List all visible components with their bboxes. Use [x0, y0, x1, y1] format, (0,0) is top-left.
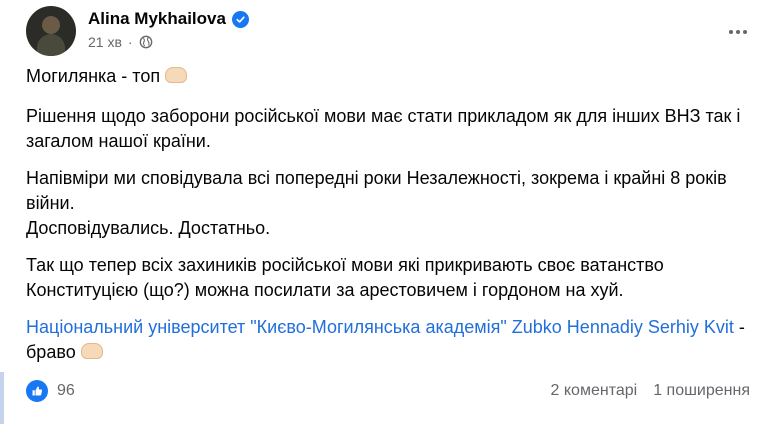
post-header: Alina Mykhailova 21 хв ·: [26, 6, 756, 60]
verified-badge-icon: [231, 10, 249, 28]
author-name[interactable]: Alina Mykhailova: [88, 9, 226, 29]
author-row: Alina Mykhailova: [88, 8, 249, 30]
shares-count[interactable]: 1 поширення: [653, 382, 750, 400]
post-meta: 21 хв ·: [88, 34, 153, 50]
paragraph-3-line-2: Досповідувались. Достатньо.: [26, 218, 271, 238]
paragraph-4: Так що тепер всіх захиників російської м…: [26, 255, 664, 300]
paragraph-2: Рішення щодо заборони російської мови ма…: [26, 106, 741, 151]
paragraph-1-text: Могилянка - топ: [26, 66, 161, 86]
author-avatar[interactable]: [26, 6, 76, 56]
post-time[interactable]: 21 хв: [88, 34, 122, 50]
paragraph-1: Могилянка - топ: [26, 64, 188, 89]
paragraph-5: Національний університет "Києво-Могилянс…: [26, 315, 756, 365]
paragraph-3-line-1: Напівміри ми сповідувала всі попередні р…: [26, 168, 727, 213]
comments-count[interactable]: 2 коментарі: [551, 382, 638, 400]
left-accent-bar: [0, 372, 4, 424]
paragraph-3: Напівміри ми сповідувала всі попередні р…: [26, 166, 756, 241]
reaction-count[interactable]: 96: [57, 382, 75, 400]
meta-separator: ·: [127, 34, 133, 50]
mention-person-link[interactable]: Zubko Hennadiy Serhiy Kvit: [512, 317, 734, 337]
heart-hands-emoji-icon: [80, 343, 103, 359]
more-options-icon[interactable]: [720, 14, 756, 50]
post-footer: 96 2 коментарі 1 поширення: [26, 376, 750, 406]
globe-icon[interactable]: [139, 35, 153, 49]
like-reaction-icon[interactable]: [26, 380, 48, 402]
handshake-emoji-icon: [165, 67, 188, 83]
mention-university-link[interactable]: Національний університет "Києво-Могилянс…: [26, 317, 507, 337]
footer-stats: 2 коментарі 1 поширення: [551, 382, 750, 400]
